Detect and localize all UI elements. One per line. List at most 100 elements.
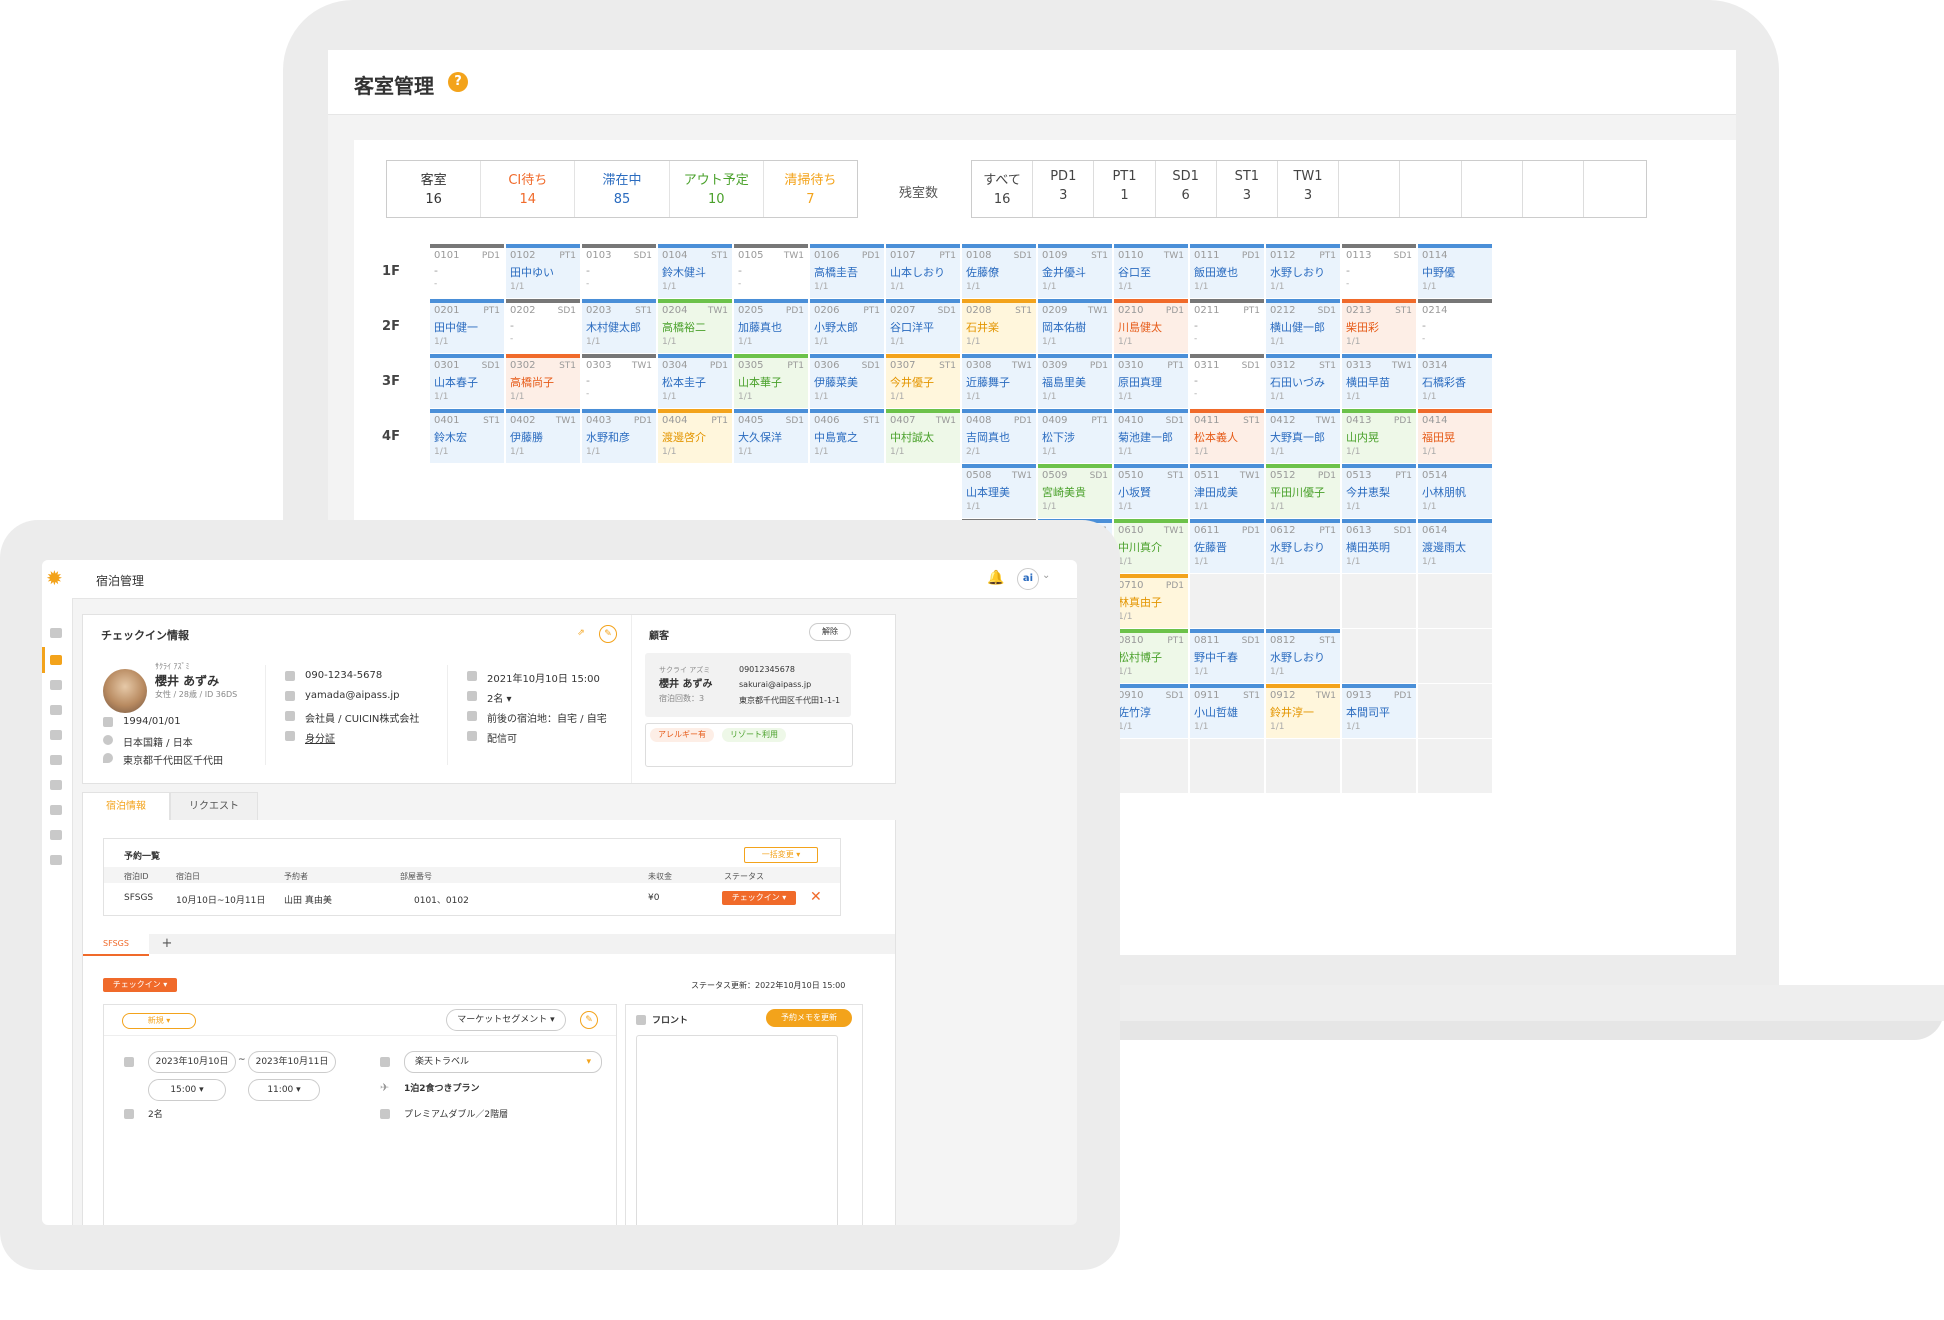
room-card[interactable]: 0111 PD1 飯田遼也 1/1 — [1190, 244, 1264, 298]
room-card[interactable]: 0103 SD1- - — [582, 244, 656, 298]
chevron-down-icon[interactable]: ⌄ — [1042, 570, 1050, 581]
external-link-icon[interactable]: ⇗ — [573, 625, 589, 641]
room-card[interactable]: 0108 SD1 佐藤僚 1/1 — [962, 244, 1036, 298]
room-card[interactable]: 0810 PT1 松村博子 1/1 — [1114, 629, 1188, 683]
room-card[interactable]: 0613 SD1 横田英明 1/1 — [1342, 519, 1416, 573]
bed-icon[interactable] — [50, 655, 62, 665]
room-card[interactable]: 0204 TW1 高橋裕二 1/1 — [658, 299, 732, 353]
room-card[interactable]: 0409 PT1 松下涉 1/1 — [1038, 409, 1112, 463]
room-card[interactable]: 0511 TW1 津田成美 1/1 — [1190, 464, 1264, 518]
room-card[interactable]: 0105 TW1- - — [734, 244, 808, 298]
room-card[interactable]: 0109 ST1 金井優斗 1/1 — [1038, 244, 1112, 298]
room-card[interactable]: 0406 ST1 中島寛之 1/1 — [810, 409, 884, 463]
room-card[interactable]: 0102 PT1 田中ゆい 1/1 — [506, 244, 580, 298]
tab-stay-info[interactable]: 宿泊情報 — [82, 792, 170, 821]
room-card[interactable]: 0309 PD1 福島里美 1/1 — [1038, 354, 1112, 408]
summary-rooms[interactable]: 客室 16 — [387, 161, 482, 217]
status-select[interactable]: チェックイン ▾ — [103, 978, 177, 992]
ai-avatar-icon[interactable]: ai — [1017, 568, 1039, 590]
room-card[interactable]: 0401 ST1 鈴木宏 1/1 — [430, 409, 504, 463]
room-card[interactable]: 0510 ST1 小坂賢 1/1 — [1114, 464, 1188, 518]
room-card[interactable]: 0114 中野優 1/1 — [1418, 244, 1492, 298]
calculator-icon[interactable] — [50, 730, 62, 740]
room-type-filter-item[interactable]: PD1 3 — [1033, 161, 1095, 217]
date-from-input[interactable]: 2023年10月10日 — [148, 1051, 236, 1073]
room-card[interactable]: 0112 PT1 水野しおり 1/1 — [1266, 244, 1340, 298]
bell-icon[interactable]: 🔔 — [987, 570, 1004, 586]
room-card[interactable]: 0302 ST1 高橋尚子 1/1 — [506, 354, 580, 408]
room-card[interactable]: 0912 TW1 鈴井淳一 1/1 — [1266, 684, 1340, 738]
time-to-select[interactable]: 11:00 ▾ — [248, 1079, 320, 1101]
room-card[interactable]: 0113 SD1- - — [1342, 244, 1416, 298]
room-card[interactable]: 0307 ST1 今井優子 1/1 — [886, 354, 960, 408]
room-card[interactable]: 0101 PD1- - — [430, 244, 504, 298]
release-button[interactable]: 解除 — [809, 623, 851, 641]
room-card[interactable]: 0311 SD1- - — [1190, 354, 1264, 408]
help-icon[interactable]: ? — [448, 72, 468, 92]
room-card[interactable]: 0212 SD1 横山健一郎 1/1 — [1266, 299, 1340, 353]
room-card[interactable]: 0303 TW1- - — [582, 354, 656, 408]
room-card[interactable]: 0306 SD1 伊藤菜美 1/1 — [810, 354, 884, 408]
room-card[interactable]: 0414 福田晃 1/1 — [1418, 409, 1492, 463]
room-card[interactable]: 0614 渡邊雨太 1/1 — [1418, 519, 1492, 573]
room-card[interactable]: 0911 ST1 小山哲雄 1/1 — [1190, 684, 1264, 738]
room-card[interactable]: 0210 PD1 川島健太 1/1 — [1114, 299, 1188, 353]
row-status-select[interactable]: チェックイン ▾ — [722, 891, 796, 905]
bulk-change-select[interactable]: 一括変更 ▾ — [744, 847, 818, 863]
edit-icon[interactable]: ✎ — [580, 1011, 598, 1029]
room-card[interactable]: 0412 TW1 大野真一郎 1/1 — [1266, 409, 1340, 463]
room-type-filter-item[interactable]: SD1 6 — [1156, 161, 1217, 217]
room-card[interactable]: 0612 PT1 水野しおり 1/1 — [1266, 519, 1340, 573]
room-card[interactable]: 0314 石橋彩香 1/1 — [1418, 354, 1492, 408]
room-card[interactable]: 0304 PD1 松本圭子 1/1 — [658, 354, 732, 408]
room-card[interactable]: 0513 PT1 今井恵梨 1/1 — [1342, 464, 1416, 518]
room-card[interactable]: 0408 PD1 吉岡真也 2/1 — [962, 409, 1036, 463]
room-card[interactable]: 0207 SD1 谷口洋平 1/1 — [886, 299, 960, 353]
room-card[interactable]: 0312 ST1 石田いづみ 1/1 — [1266, 354, 1340, 408]
room-card[interactable]: 0301 SD1 山本春子 1/1 — [430, 354, 504, 408]
room-type-filter-item[interactable] — [1339, 161, 1401, 217]
room-card[interactable]: 0205 PD1 加藤真也 1/1 — [734, 299, 808, 353]
customer-summary[interactable]: サクライ アズミ 櫻井 あずみ 宿泊回数：3 09012345678 sakur… — [645, 653, 851, 717]
room-type-filter-item[interactable] — [1523, 161, 1584, 217]
room-card[interactable]: 0209 TW1 岡本佑樹 1/1 — [1038, 299, 1112, 353]
date-to-input[interactable]: 2023年10月11日 — [248, 1051, 336, 1073]
room-card[interactable]: 0410 SD1 菊池建一郎 1/1 — [1114, 409, 1188, 463]
document-icon[interactable] — [50, 705, 62, 715]
summary-ci-waiting[interactable]: CI待ち 14 — [481, 161, 576, 217]
room-card[interactable]: 0313 TW1 横田早苗 1/1 — [1342, 354, 1416, 408]
room-card[interactable]: 0811 SD1 野中千春 1/1 — [1190, 629, 1264, 683]
mail-icon[interactable] — [50, 780, 62, 790]
room-card[interactable]: 0107 PT1 山本しおり 1/1 — [886, 244, 960, 298]
close-icon[interactable]: ✕ — [810, 889, 822, 905]
room-card[interactable]: 0411 ST1 松本義人 1/1 — [1190, 409, 1264, 463]
room-type-filter-item[interactable]: すべて 16 — [972, 161, 1034, 217]
room-card[interactable]: 0213 ST1 柴田彩 1/1 — [1342, 299, 1416, 353]
room-card[interactable]: 0202 SD1- - — [506, 299, 580, 353]
room-type-filter-item[interactable] — [1584, 161, 1645, 217]
room-card[interactable]: 0710 PD1 林真由子 1/1 — [1114, 574, 1188, 628]
time-from-select[interactable]: 15:00 ▾ — [148, 1079, 226, 1101]
room-card[interactable]: 0611 PD1 佐藤晋 1/1 — [1190, 519, 1264, 573]
room-card[interactable]: 0512 PD1 平田川優子 1/1 — [1266, 464, 1340, 518]
edit-icon[interactable]: ✎ — [599, 625, 617, 643]
summary-cleaning-waiting[interactable]: 清掃待ち 7 — [764, 161, 857, 217]
update-memo-button[interactable]: 予約メモを更新 — [766, 1009, 852, 1027]
room-card[interactable]: 0310 PT1 原田真理 1/1 — [1114, 354, 1188, 408]
room-type-filter-item[interactable]: TW1 3 — [1278, 161, 1340, 217]
room-card[interactable]: 0211 PT1- - — [1190, 299, 1264, 353]
room-type-filter-item[interactable]: ST1 3 — [1217, 161, 1278, 217]
room-card[interactable]: 0104 ST1 鈴木健斗 1/1 — [658, 244, 732, 298]
memo-textarea[interactable] — [636, 1035, 838, 1225]
room-type-filter-item[interactable] — [1400, 161, 1462, 217]
room-card[interactable]: 0404 PT1 渡邊啓介 1/1 — [658, 409, 732, 463]
room-type-filter-item[interactable] — [1462, 161, 1523, 217]
guest-count[interactable]: 2名 ▾ — [487, 690, 512, 705]
room-card[interactable]: 0305 PT1 山本華子 1/1 — [734, 354, 808, 408]
id-document-link[interactable]: 身分証 — [305, 730, 335, 745]
summary-staying[interactable]: 滞在中 85 — [575, 161, 670, 217]
room-card[interactable]: 0508 TW1 山本理美 1/1 — [962, 464, 1036, 518]
add-tab-button[interactable]: + — [157, 934, 177, 954]
tab-request[interactable]: リクエスト — [170, 792, 258, 821]
room-card[interactable]: 0413 PD1 山内晃 1/1 — [1342, 409, 1416, 463]
